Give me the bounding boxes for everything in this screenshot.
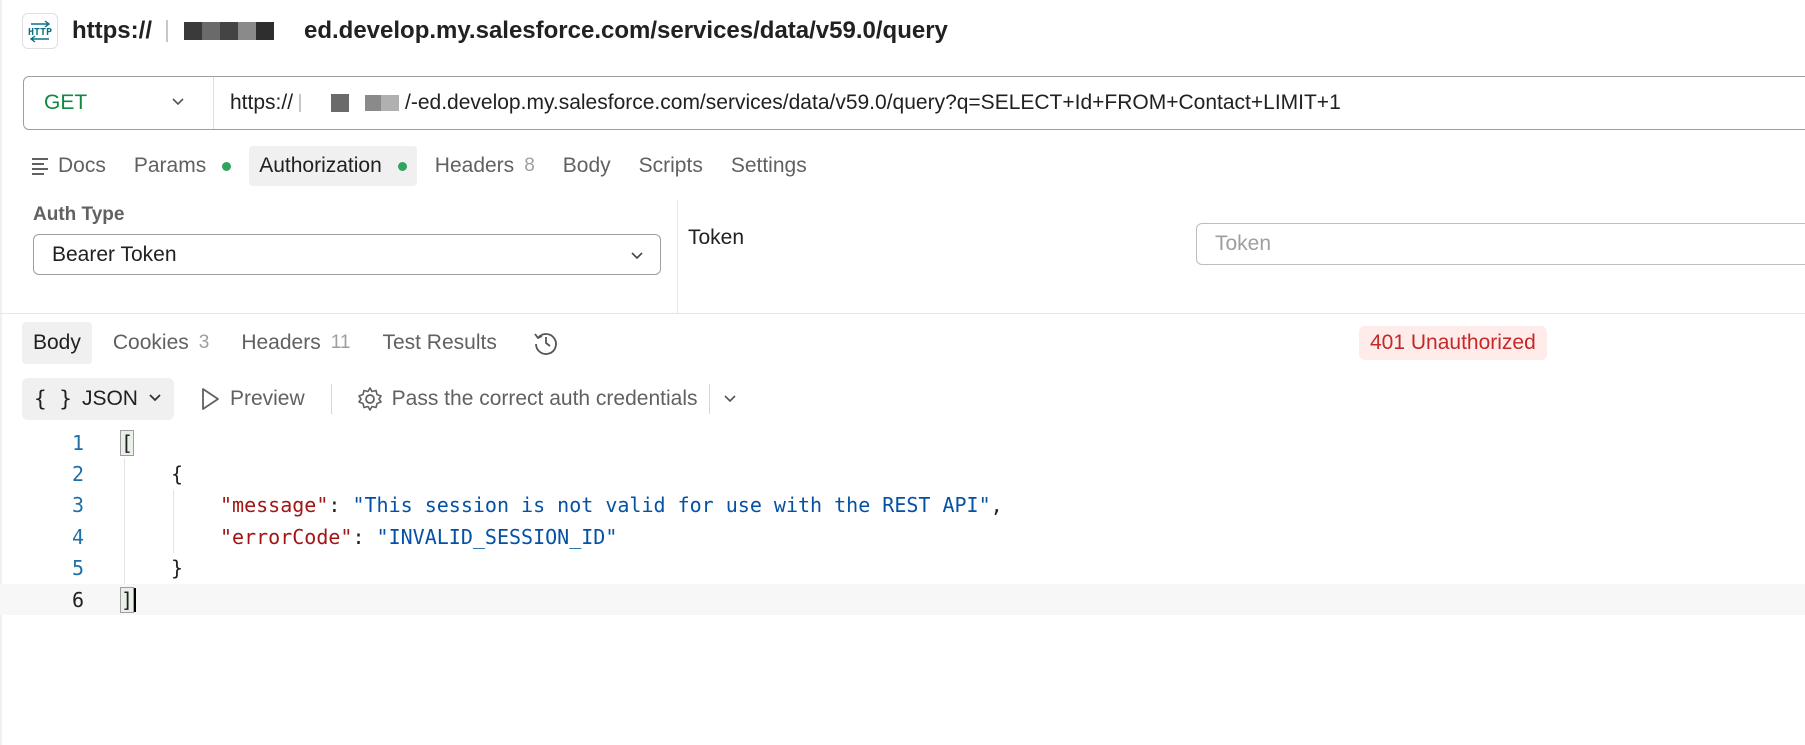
headers-count: 8: [524, 155, 535, 176]
auth-type-select[interactable]: Bearer Token: [33, 234, 661, 275]
line-number: 3: [71, 493, 84, 518]
status-badge[interactable]: 401 Unauthorized: [1359, 326, 1547, 360]
close-bracket: ]: [119, 586, 135, 613]
http-icon: HTTP: [22, 13, 58, 49]
json-string: "INVALID_SESSION_ID": [376, 524, 618, 549]
tab-docs[interactable]: Docs: [22, 146, 116, 186]
authorization-status-dot: [397, 161, 407, 171]
close-brace: }: [171, 556, 184, 581]
tab-cookies-label: Cookies: [112, 331, 189, 354]
redacted-block: [165, 20, 274, 42]
visualize-button[interactable]: Pass the correct auth credentials: [344, 378, 710, 420]
chevron-down-icon: [148, 390, 162, 408]
tab-body[interactable]: Body: [553, 146, 621, 186]
preview-button[interactable]: Preview: [186, 378, 317, 420]
line-number: 4: [71, 524, 84, 549]
svg-text:HTTP: HTTP: [28, 27, 52, 38]
preview-label: Preview: [229, 387, 305, 410]
url-input[interactable]: https:// /-ed.develop.my.salesforce.com/…: [214, 91, 1341, 115]
cookies-count: 3: [198, 332, 210, 353]
play-icon: [202, 388, 219, 410]
token-input[interactable]: Token: [1196, 223, 1805, 265]
line-number: 1: [71, 430, 84, 455]
line-number: 6: [71, 587, 84, 612]
open-brace: {: [171, 462, 184, 487]
tab-authorization[interactable]: Authorization: [249, 146, 417, 186]
docs-icon: [32, 157, 48, 175]
auth-divider[interactable]: [677, 200, 678, 314]
tab-params-label: Params: [133, 154, 207, 177]
redacted-block: [299, 94, 400, 112]
chevron-down-icon: [171, 94, 185, 112]
code-line: 5 }: [0, 552, 1805, 584]
token-placeholder: Token: [1215, 232, 1272, 255]
code-line: 3 "message": "This session is not valid …: [0, 489, 1805, 522]
params-status-dot: [222, 161, 232, 171]
tab-headers-label: Headers: [434, 154, 515, 177]
code-line: 2 {: [0, 458, 1805, 490]
method-label: GET: [44, 91, 88, 114]
json-key: "message": [220, 493, 329, 518]
request-title-row: HTTP https:// ed.develop.my.salesforce.c…: [22, 12, 948, 50]
format-select[interactable]: { } JSON: [22, 378, 174, 420]
title-suffix: ed.develop.my.salesforce.com/services/da…: [303, 17, 948, 44]
json-string: "This session is not valid for use with …: [352, 493, 991, 518]
open-bracket: [: [119, 429, 135, 456]
tab-body-label: Body: [562, 154, 611, 177]
hint-label: Pass the correct auth credentials: [391, 387, 698, 410]
url-suffix: /-ed.develop.my.salesforce.com/services/…: [405, 91, 1341, 114]
window-edge: [0, 0, 2, 745]
format-label: JSON: [81, 387, 138, 410]
json-key: "errorCode": [220, 524, 353, 549]
response-toolbar: { } JSON Preview Pass the correct auth c…: [22, 378, 750, 420]
url-bar: GET https:// /-ed.develop.my.salesforce.…: [23, 76, 1805, 130]
title-prefix: https://: [72, 17, 152, 44]
code-line: 1 [: [0, 427, 1805, 458]
tab-response-body[interactable]: Body: [22, 322, 92, 364]
toolbar-divider: [330, 384, 332, 414]
tab-params[interactable]: Params: [124, 146, 241, 186]
tab-settings[interactable]: Settings: [721, 146, 817, 186]
tab-authorization-label: Authorization: [259, 154, 382, 177]
tab-cookies[interactable]: Cookies 3: [102, 322, 220, 364]
line-number: 2: [71, 462, 84, 487]
gear-icon: [357, 387, 382, 411]
tab-scripts-label: Scripts: [638, 154, 703, 177]
code-line-current: 6 ]: [0, 583, 1805, 616]
text-cursor: [134, 587, 137, 612]
token-label: Token: [688, 226, 745, 249]
tab-response-body-label: Body: [33, 331, 81, 354]
auth-panel: Auth Type Bearer Token Token Token: [0, 200, 1805, 314]
auth-type-value: Bearer Token: [52, 242, 177, 266]
line-number: 5: [71, 556, 84, 581]
request-tabs: Docs Params Authorization Headers 8 Body…: [22, 146, 825, 186]
tab-docs-label: Docs: [58, 154, 106, 177]
visualize-dropdown[interactable]: [710, 378, 750, 420]
request-title[interactable]: https:// ed.develop.my.salesforce.com/se…: [72, 17, 948, 45]
tab-settings-label: Settings: [730, 154, 807, 177]
response-tabs: Body Cookies 3 Headers 11 Test Results: [22, 322, 560, 364]
response-headers-count: 11: [330, 332, 351, 353]
tab-scripts[interactable]: Scripts: [629, 146, 713, 186]
chevron-down-icon: [630, 243, 644, 267]
code-line: 4 "errorCode": "INVALID_SESSION_ID": [0, 521, 1805, 553]
history-icon[interactable]: [532, 329, 560, 357]
url-prefix: https://: [230, 91, 294, 114]
braces-icon: { }: [34, 387, 72, 411]
tab-test-results-label: Test Results: [382, 331, 497, 354]
response-body-editor[interactable]: 1 [ 2 { 3 "message": "This session is no…: [0, 427, 1805, 616]
tab-response-headers[interactable]: Headers 11: [230, 322, 361, 364]
tab-response-headers-label: Headers: [241, 331, 321, 354]
tab-headers[interactable]: Headers 8: [425, 146, 545, 186]
auth-type-group: Auth Type Bearer Token: [33, 204, 661, 275]
tab-test-results[interactable]: Test Results: [371, 322, 507, 364]
chevron-down-icon: [724, 395, 737, 403]
auth-type-label: Auth Type: [33, 204, 125, 225]
method-select[interactable]: GET: [24, 77, 214, 129]
